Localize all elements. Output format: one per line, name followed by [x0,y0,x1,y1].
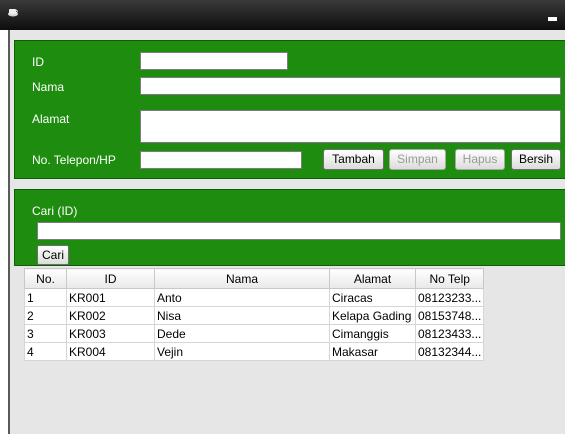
cell-nama: Nisa [154,306,330,325]
cell-no-telp: 08123233... [414,288,485,307]
nama-label: Nama [32,80,65,94]
search-panel: Cari (ID) Cari [14,189,565,266]
column-header-alamat[interactable]: Alamat [329,268,416,289]
cell-nama: Dede [154,324,330,343]
input-form-panel: ID Nama Alamat No. Telepon/HP Tambah Sim… [14,40,565,179]
alamat-label: Alamat [32,112,70,126]
title-bar[interactable] [0,0,565,30]
cell-no: 3 [24,324,67,343]
hapus-button[interactable]: Hapus [455,149,505,170]
id-input[interactable] [140,52,288,70]
column-header-id[interactable]: ID [66,268,155,289]
cell-id: KR001 [66,288,155,307]
cell-alamat: Kelapa Gading [329,306,416,325]
tambah-button[interactable]: Tambah [323,149,384,170]
cell-no: 2 [24,306,67,325]
cell-no-telp: 08123433... [414,324,485,343]
cell-nama: Anto [154,288,330,307]
alamat-input[interactable] [140,110,561,143]
cell-id: KR003 [66,324,155,343]
column-header-no[interactable]: No. [24,268,67,289]
data-table-area: No. ID Nama Alamat No Telp 1 KR001 Anto … [24,268,565,434]
telepon-input[interactable] [140,151,302,169]
main-window: ID Nama Alamat No. Telepon/HP Tambah Sim… [8,30,565,434]
cell-id: KR004 [66,342,155,361]
minimize-icon[interactable] [548,17,557,21]
cell-alamat: Makasar [329,342,416,361]
cell-nama: Vejin [154,342,330,361]
coffee-cup-icon [8,9,18,17]
nama-input[interactable] [140,77,561,95]
search-label: Cari (ID) [32,204,78,218]
cell-no-telp: 08153748... [414,306,485,325]
search-input[interactable] [37,222,561,240]
table-row[interactable]: 3 KR003 Dede Cimanggis 08123433... [24,324,485,343]
table-row[interactable]: 1 KR001 Anto Ciracas 08123233... [24,288,485,307]
table-row[interactable]: 2 KR002 Nisa Kelapa Gading 08153748... [24,306,485,325]
id-label: ID [32,55,44,69]
table-row[interactable]: 4 KR004 Vejin Makasar 08132344... [24,342,485,361]
cell-no: 4 [24,342,67,361]
cell-no-telp: 08132344... [414,342,485,361]
karyawan-table: No. ID Nama Alamat No Telp 1 KR001 Anto … [24,268,485,361]
cell-alamat: Ciracas [329,288,416,307]
column-header-nama[interactable]: Nama [154,268,330,289]
column-header-no-telp[interactable]: No Telp [414,268,485,289]
table-header-row: No. ID Nama Alamat No Telp [24,268,485,289]
cell-no: 1 [24,288,67,307]
cell-id: KR002 [66,306,155,325]
bersih-button[interactable]: Bersih [511,149,561,170]
cari-button[interactable]: Cari [37,245,69,265]
cell-alamat: Cimanggis [329,324,416,343]
telepon-label: No. Telepon/HP [32,153,116,167]
simpan-button[interactable]: Simpan [389,149,446,170]
